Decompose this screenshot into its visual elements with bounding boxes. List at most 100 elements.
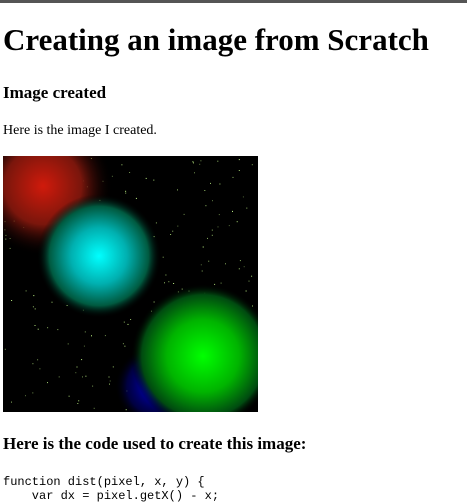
intro-text: Here is the image I created. <box>3 123 157 138</box>
star <box>168 281 170 283</box>
star <box>199 163 201 165</box>
star <box>67 343 69 345</box>
star <box>51 301 53 303</box>
star <box>239 260 241 262</box>
star <box>109 383 110 385</box>
top-border <box>0 0 467 3</box>
star <box>32 392 34 394</box>
star <box>9 247 11 249</box>
star <box>33 295 35 297</box>
star <box>84 331 86 333</box>
star <box>104 335 106 337</box>
star <box>204 190 206 191</box>
star <box>34 308 36 310</box>
star <box>238 170 240 171</box>
cyan-orb <box>37 194 161 318</box>
star <box>93 407 95 409</box>
star <box>34 325 36 326</box>
star <box>242 196 244 198</box>
star <box>125 190 127 192</box>
star <box>85 375 87 377</box>
star <box>153 179 155 181</box>
star <box>201 270 203 272</box>
star <box>11 300 13 301</box>
star <box>129 172 131 173</box>
star <box>83 345 85 347</box>
star <box>37 359 39 361</box>
star <box>246 207 248 209</box>
star <box>92 385 94 387</box>
star <box>238 159 240 161</box>
section-heading-image-created: Image created <box>3 83 107 102</box>
star <box>202 246 204 248</box>
star <box>68 395 70 397</box>
star <box>124 345 126 347</box>
star <box>122 343 124 345</box>
star <box>211 234 213 236</box>
star <box>243 266 245 268</box>
star <box>170 234 172 235</box>
star <box>245 290 247 292</box>
star <box>217 160 219 162</box>
star <box>57 329 59 331</box>
star <box>192 161 194 163</box>
star <box>208 260 210 262</box>
star <box>218 214 220 216</box>
star <box>37 328 39 330</box>
star <box>232 210 233 212</box>
star <box>91 335 92 337</box>
star <box>108 376 110 378</box>
star <box>162 256 164 258</box>
star <box>4 348 6 350</box>
star <box>194 172 195 174</box>
star <box>82 376 83 378</box>
star <box>75 372 77 374</box>
star <box>32 306 34 308</box>
star <box>165 274 167 276</box>
star <box>177 189 178 191</box>
star <box>214 283 216 285</box>
star <box>193 162 194 164</box>
star <box>248 280 250 282</box>
star <box>225 263 226 265</box>
star <box>210 182 211 184</box>
star <box>112 366 114 368</box>
star <box>212 200 213 202</box>
star <box>81 359 83 361</box>
star <box>164 282 165 284</box>
star <box>177 225 179 227</box>
star <box>125 192 127 194</box>
star <box>127 323 129 325</box>
star <box>25 395 26 397</box>
star <box>236 221 238 223</box>
star <box>217 226 219 228</box>
star <box>211 229 213 231</box>
star <box>123 321 125 323</box>
star <box>173 283 175 284</box>
star <box>78 400 80 402</box>
generated-image <box>3 156 258 412</box>
star <box>77 403 79 404</box>
section-heading-code: Here is the code used to create this ima… <box>3 434 307 453</box>
star <box>32 363 34 365</box>
star <box>47 382 48 384</box>
star <box>228 225 230 227</box>
star <box>39 368 41 370</box>
code-block: function dist(pixel, x, y) { var dx = pi… <box>3 475 219 503</box>
code-line: var dx = pixel.getX() - x; <box>3 489 220 503</box>
star <box>251 275 253 277</box>
star <box>135 197 137 199</box>
star <box>183 213 185 215</box>
star <box>219 183 221 185</box>
star <box>145 177 147 179</box>
page-title: Creating an image from Scratch <box>3 22 429 57</box>
star <box>109 380 111 382</box>
star <box>76 366 78 368</box>
star <box>153 301 155 303</box>
star <box>238 268 240 270</box>
star <box>47 327 49 329</box>
code-line: function dist(pixel, x, y) { <box>3 475 205 489</box>
star <box>25 290 27 292</box>
star <box>172 230 174 232</box>
star <box>58 376 60 378</box>
